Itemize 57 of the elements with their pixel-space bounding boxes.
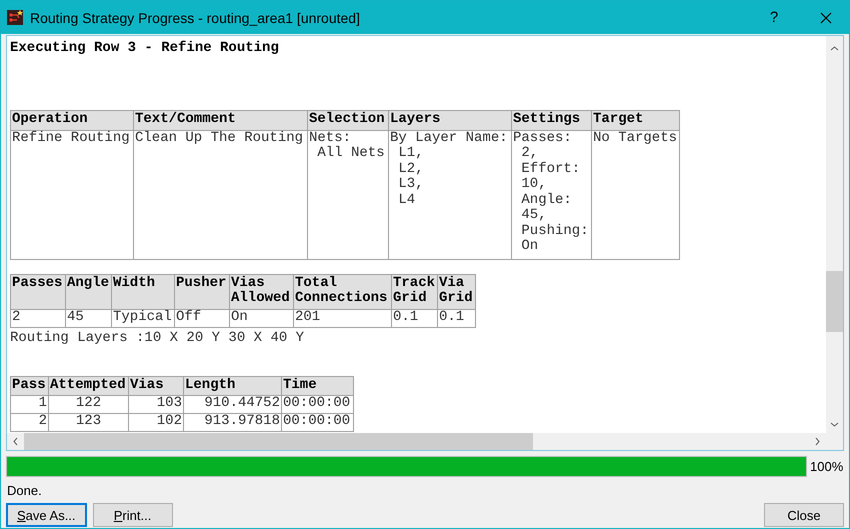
table-cell: 1 — [10, 396, 48, 414]
column-header: Pass — [10, 376, 48, 396]
column-header: Width — [112, 274, 174, 309]
table-cell: 913.97818 — [184, 414, 282, 432]
table-cell: 2 — [10, 309, 66, 327]
window-title: Routing Strategy Progress - routing_area1 [unrouted] — [30, 10, 361, 26]
table-cell: 122 — [48, 396, 128, 414]
table-cell: Typical — [112, 309, 174, 327]
table-cell: 123 — [48, 414, 128, 432]
dialog-button[interactable]: Save As... — [6, 503, 87, 527]
column-header: Selection — [308, 110, 388, 130]
table-cell: By Layer Name: L1, L2, L3, L4 — [388, 130, 512, 259]
vertical-scrollbar[interactable] — [826, 36, 843, 433]
table-cell: 0.1 — [392, 309, 438, 327]
column-header: Pusher — [174, 274, 230, 309]
help-button[interactable]: ? — [751, 1, 797, 34]
table-cell: 201 — [294, 309, 392, 327]
horizontal-scrollbar[interactable] — [7, 433, 826, 450]
column-header: Settings — [512, 110, 592, 130]
table-cell: Clean Up The Routing — [134, 130, 308, 259]
table-cell: 102 — [128, 414, 184, 432]
dialog-button[interactable]: Print... — [92, 503, 173, 527]
column-header: Track Grid — [392, 274, 438, 309]
table-cell: 00:00:00 — [282, 414, 354, 432]
column-header: Text/Comment — [134, 110, 308, 130]
table-cell: 00:00:00 — [282, 396, 354, 414]
routing-layers-text: Routing Layers :10 X 20 Y 30 X 40 Y — [10, 330, 306, 346]
column-header: Via Grid — [438, 274, 476, 309]
column-header: Target — [592, 110, 680, 130]
status-text: Done. — [7, 483, 43, 498]
table-cell: 103 — [128, 396, 184, 414]
table-cell: Nets: All Nets — [308, 130, 388, 259]
column-header: Attempted — [48, 376, 128, 396]
table-cell: Off — [174, 309, 230, 327]
table-cell: 45 — [66, 309, 112, 327]
table-cell: 2 — [10, 414, 48, 432]
dialog-button[interactable]: Close — [764, 503, 844, 527]
column-header: Total Connections — [294, 274, 392, 309]
app-icon — [7, 9, 24, 26]
progress-percent: 100% — [810, 459, 844, 474]
table-cell: No Targets — [592, 130, 680, 259]
column-header: Layers — [388, 110, 512, 130]
table-cell: 910.44752 — [184, 396, 282, 414]
column-header: Angle — [66, 274, 112, 309]
column-header: Time — [282, 376, 354, 396]
scrollbar-thumb[interactable] — [24, 433, 533, 450]
column-header: Passes — [10, 274, 66, 309]
column-header: Vias Allowed — [230, 274, 294, 309]
table-cell: On — [230, 309, 294, 327]
column-header: Vias — [128, 376, 184, 396]
report-heading: Executing Row 3 - Refine Routing — [10, 40, 280, 56]
column-header: Length — [184, 376, 282, 396]
table-cell: Passes: 2, Effort: 10, Angle: 45, Pushing: On — [512, 130, 592, 259]
table-cell: 0.1 — [438, 309, 476, 327]
column-header: Operation — [10, 110, 134, 130]
scrollbar-thumb[interactable] — [826, 271, 843, 332]
table-cell: Refine Routing — [10, 130, 134, 259]
